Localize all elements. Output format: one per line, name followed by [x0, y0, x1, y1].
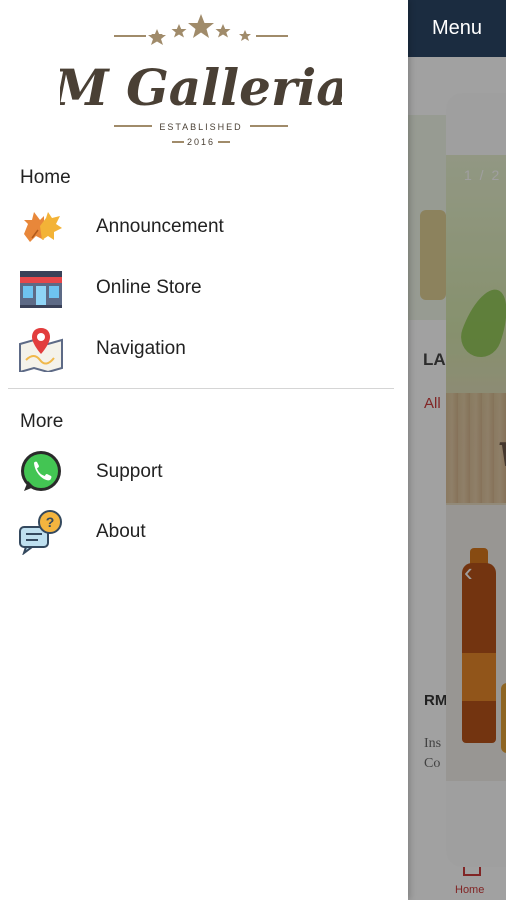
logo-wordmark: M Galleria [60, 58, 342, 117]
storefront-icon [20, 271, 62, 308]
menu-item-about[interactable]: ? About [0, 504, 408, 560]
section-title-home: Home [20, 167, 71, 188]
maple-leaf-icon [24, 212, 62, 242]
menu-item-label: Announcement [96, 216, 224, 237]
menu-item-announcement[interactable]: Announcement [0, 199, 408, 255]
map-pin-icon [19, 328, 63, 372]
menu-item-label: Navigation [96, 338, 186, 359]
logo-year: 2016 [187, 137, 215, 147]
logo-tagline: ESTABLISHED [159, 122, 242, 132]
section-divider [8, 388, 394, 389]
menu-item-navigation[interactable]: Navigation [0, 321, 408, 377]
brand-logo: M Galleria ESTABLISHED 2016 [60, 14, 342, 147]
menu-button[interactable]: Menu [432, 17, 482, 40]
menu-item-label: About [96, 521, 146, 542]
whatsapp-icon [21, 451, 61, 491]
menu-item-label: Support [96, 461, 163, 482]
drawer-scrim[interactable] [408, 57, 506, 900]
menu-item-online-store[interactable]: Online Store [0, 260, 408, 316]
navigation-drawer: M Galleria ESTABLISHED 2016 Home Announc… [0, 0, 408, 900]
svg-text:?: ? [46, 514, 55, 530]
logo-stars [148, 14, 251, 45]
menu-item-label: Online Store [96, 277, 202, 298]
menu-item-support[interactable]: Support [0, 444, 408, 500]
question-chat-icon: ? [19, 510, 62, 555]
section-title-more: More [20, 411, 64, 432]
